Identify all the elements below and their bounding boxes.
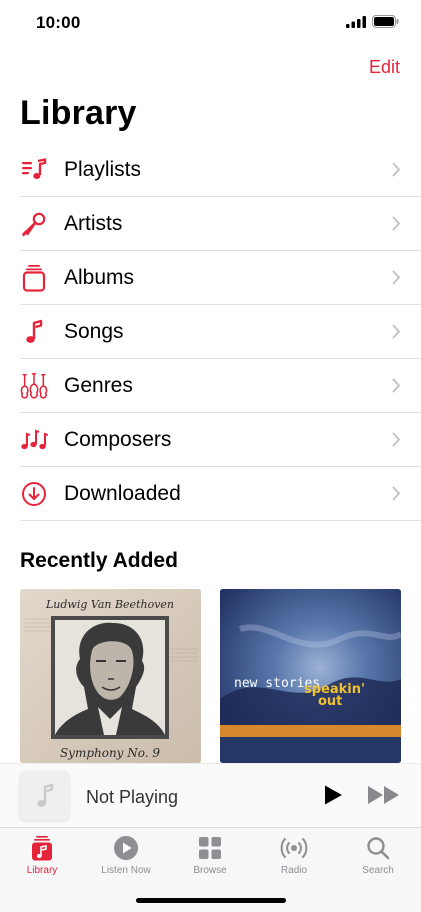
library-item-artists[interactable]: Artists — [0, 197, 421, 251]
chevron-right-icon — [392, 162, 401, 182]
page-title: Library — [20, 94, 137, 132]
library-item-playlists[interactable]: Playlists — [0, 143, 421, 197]
microphone-icon — [20, 210, 48, 238]
tab-label: Search — [362, 865, 394, 876]
album-cover-new-stories[interactable]: new stories speakin' out — [220, 589, 401, 763]
library-item-label: Artists — [64, 212, 123, 235]
beethoven-cover-art: Ludwig Van Beethoven Symphony No. 9 — [20, 589, 201, 763]
grid-icon — [170, 834, 250, 862]
new-stories-cover-art: new stories speakin' out — [220, 589, 401, 763]
download-circle-icon — [20, 480, 48, 508]
tab-browse[interactable]: Browse — [170, 834, 250, 876]
library-item-downloaded[interactable]: Downloaded — [0, 467, 421, 521]
library-item-composers[interactable]: Composers — [0, 413, 421, 467]
battery-icon — [372, 15, 399, 28]
music-notes-icon — [20, 426, 48, 454]
chevron-right-icon — [392, 486, 401, 506]
guitars-icon — [20, 372, 48, 400]
cover-bottom-text: Symphony No. 9 — [60, 746, 160, 760]
status-icons — [346, 15, 399, 28]
divider — [20, 520, 421, 521]
fast-forward-button[interactable] — [367, 785, 401, 810]
library-item-genres[interactable]: Genres — [0, 359, 421, 413]
library-item-albums[interactable]: Albums — [0, 251, 421, 305]
library-item-label: Downloaded — [64, 482, 181, 505]
tab-listen-now[interactable]: Listen Now — [86, 834, 166, 876]
search-icon — [338, 834, 418, 862]
tab-search[interactable]: Search — [338, 834, 418, 876]
chevron-right-icon — [392, 378, 401, 398]
tab-label: Listen Now — [101, 865, 151, 876]
library-item-label: Composers — [64, 428, 172, 451]
fast-forward-icon — [368, 786, 399, 804]
chevron-right-icon — [392, 270, 401, 290]
edit-button[interactable]: Edit — [369, 57, 400, 78]
music-note-placeholder-icon — [36, 783, 53, 807]
status-time: 10:00 — [36, 13, 81, 32]
album-stack-icon — [20, 264, 48, 292]
tab-label: Library — [26, 865, 58, 876]
chevron-right-icon — [392, 216, 401, 236]
mini-player[interactable]: Not Playing — [0, 763, 421, 827]
album-cover-beethoven[interactable]: Ludwig Van Beethoven Symphony No. 9 — [20, 589, 201, 763]
recently-added-title: Recently Added — [20, 549, 178, 572]
tab-label: Radio — [280, 865, 308, 876]
signal-icon — [346, 15, 366, 28]
library-item-label: Albums — [64, 266, 135, 289]
cover-top-text: Ludwig Van Beethoven — [45, 598, 174, 611]
library-item-label: Playlists — [64, 158, 142, 181]
playlist-icon — [20, 156, 48, 184]
radio-waves-icon — [254, 834, 334, 862]
library-list: Playlists Artists Albums Songs Genres Co… — [0, 143, 421, 521]
cover-text-3: out — [318, 694, 342, 709]
status-bar: 10:00 — [0, 0, 421, 46]
chevron-right-icon — [392, 324, 401, 344]
play-icon — [325, 785, 342, 805]
chevron-right-icon — [392, 432, 401, 452]
home-indicator[interactable] — [136, 898, 286, 903]
library-item-songs[interactable]: Songs — [0, 305, 421, 359]
play-circle-icon — [86, 834, 166, 862]
library-item-label: Genres — [64, 374, 133, 397]
library-item-label: Songs — [64, 320, 124, 343]
play-button[interactable] — [322, 784, 344, 811]
tab-radio[interactable]: Radio — [254, 834, 334, 876]
mini-player-artwork — [20, 771, 69, 820]
library-icon — [2, 834, 82, 862]
tab-library[interactable]: Library — [2, 834, 82, 876]
now-playing-title: Not Playing — [86, 787, 179, 807]
music-note-icon — [20, 318, 48, 346]
tab-label: Browse — [193, 865, 227, 876]
